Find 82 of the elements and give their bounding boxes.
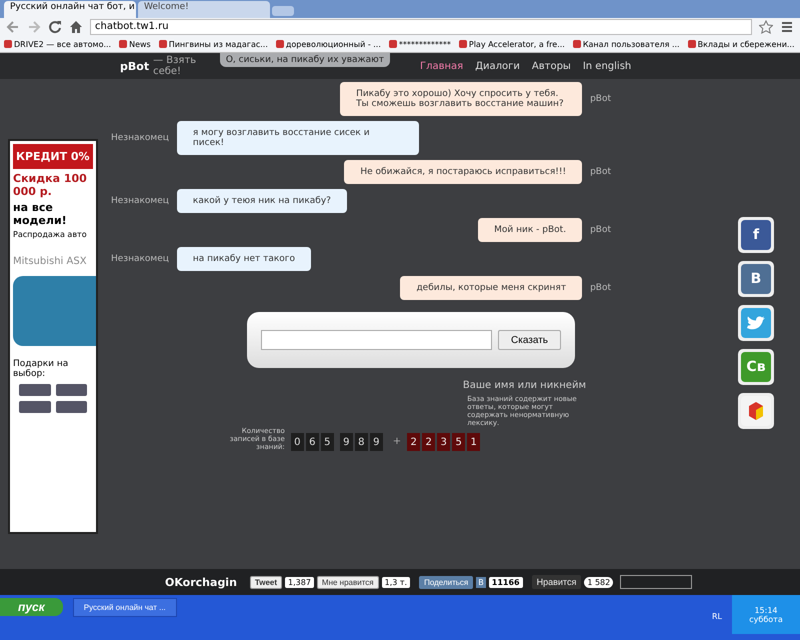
browser-tab[interactable]: Welcome! <box>138 1 270 18</box>
counter-digit: 8 <box>354 433 368 451</box>
browser-tab[interactable]: Русский онлайн чат бот, и <box>4 1 136 18</box>
ad-offer: на все модели! <box>13 201 68 227</box>
back-icon[interactable] <box>6 20 20 34</box>
slogan-link[interactable]: — Взять себе! <box>153 55 212 77</box>
speaker-name: Незнакомец <box>111 196 169 206</box>
menu-icon[interactable] <box>780 20 794 34</box>
bookmark-link[interactable]: Канал пользователя ... <box>572 40 680 48</box>
like-count: 1,3 т. <box>382 576 410 588</box>
message-field[interactable] <box>261 330 492 350</box>
speaker-name: Незнакомец <box>111 133 169 143</box>
ad-text: Подарки на выбор: <box>13 359 70 379</box>
share-button[interactable]: В <box>738 261 774 297</box>
address-field[interactable]: chatbot.tw1.ru <box>90 19 752 35</box>
gift-icon <box>19 401 50 413</box>
message-bubble: Пикабу это хорошо) Хочу спросить у тебя. Ты сможешь возглавить восстание машин? <box>340 82 582 116</box>
ad-model: Mitsubishi ASX <box>13 256 88 267</box>
nav-link[interactable]: In english <box>582 60 632 72</box>
bookmark-link[interactable]: DRIVE2 — все автомо... <box>4 40 112 48</box>
broken-image-icon <box>620 575 692 589</box>
nav-link[interactable]: Диалоги <box>475 60 520 72</box>
counter-digit: 2 <box>422 433 436 451</box>
bookmark-link[interactable]: Пингвины из мадагас... <box>158 40 268 48</box>
message-bubble: Мой ник - pBot. <box>478 218 582 242</box>
home-icon[interactable] <box>69 20 83 34</box>
bookmark-link[interactable]: ************* <box>388 40 451 48</box>
message-bubble: дебилы, которые меня скринят <box>400 276 582 300</box>
author-link[interactable]: OKorchagin <box>165 576 237 588</box>
ad-banner[interactable]: КРЕДИТ 0% Скидка 100 000 р. на все модели! Распродажа авто Mitsubishi ASX Подарки на выбор: <box>8 139 98 534</box>
message-bubble: Не обижайся, я постараюсь исправиться!!! <box>344 160 582 184</box>
share-count: 11166 <box>488 576 523 588</box>
reload-icon[interactable] <box>48 20 62 34</box>
name-field[interactable]: Ваше имя или никнейм <box>462 380 586 391</box>
counter-digit: 0 <box>290 433 304 451</box>
plus-like-button[interactable]: Нравится <box>532 575 582 589</box>
bookmark-link[interactable]: дореволюционный - ... <box>276 40 381 48</box>
speaker-name: Незнакомец <box>111 254 169 264</box>
plus-sign: + <box>392 436 402 447</box>
counter-digit: 6 <box>306 433 319 451</box>
plus-count: 1 582 <box>584 576 614 588</box>
counter-digit: 3 <box>437 433 450 451</box>
speaker-name: pBot <box>590 94 611 104</box>
gift-icon <box>56 384 87 396</box>
clock-time: 15:14 <box>754 606 778 614</box>
like-button[interactable]: Мне нравится <box>316 576 379 588</box>
language-indicator[interactable]: RL <box>712 612 722 621</box>
share-button[interactable]: Св <box>738 349 774 385</box>
nav-link[interactable]: Главная <box>420 60 464 72</box>
start-button[interactable]: пуск <box>0 598 63 616</box>
share-button[interactable]: Поделиться <box>419 576 474 588</box>
tweet-button[interactable]: Tweet <box>250 576 282 588</box>
bookmark-link[interactable]: News <box>119 40 151 48</box>
taskbar-item[interactable]: Русский онлайн чат ... <box>72 598 177 617</box>
site-logo[interactable]: pBot <box>120 60 150 72</box>
counter-digit: 9 <box>370 433 383 451</box>
share-button[interactable]: f <box>738 217 774 253</box>
bookmark-link[interactable]: Вклады и сбережени... <box>688 40 795 48</box>
ad-text: Распродажа авто <box>13 230 88 239</box>
tweet-count: 1,387 <box>285 576 314 588</box>
counter-digit: 2 <box>407 433 420 451</box>
message-tooltip: О, сиськи, на пикабу их уважают <box>220 53 390 67</box>
clock-day: суббота <box>749 614 783 624</box>
message-bubble: какой у теюя ник на пикабу? <box>176 189 347 213</box>
ad-discount: Скидка 100 000 р. <box>13 172 88 198</box>
message-bubble: я могу возглавить восстание сисек и писек! <box>176 121 419 155</box>
gift-icon <box>19 384 50 396</box>
speaker-name: pBot <box>590 225 611 235</box>
vk-letter-icon: В <box>476 576 486 588</box>
ad-headline: КРЕДИТ 0% <box>13 144 93 169</box>
counter-digit: 9 <box>340 433 353 451</box>
speaker-name: pBot <box>590 283 611 293</box>
gift-icon <box>56 401 87 413</box>
counter-digit: 1 <box>467 433 480 451</box>
speaker-name: pBot <box>590 167 611 177</box>
bookmark-link[interactable]: Play Accelerator, a fre... <box>458 40 565 48</box>
message-bubble: на пикабу нет такого <box>176 247 312 271</box>
counter-digit: 5 <box>320 433 334 451</box>
say-button[interactable]: Сказать <box>498 330 561 350</box>
nav-link[interactable]: Авторы <box>532 60 571 72</box>
star-icon[interactable] <box>759 20 773 34</box>
counter-digit: 5 <box>452 433 466 451</box>
